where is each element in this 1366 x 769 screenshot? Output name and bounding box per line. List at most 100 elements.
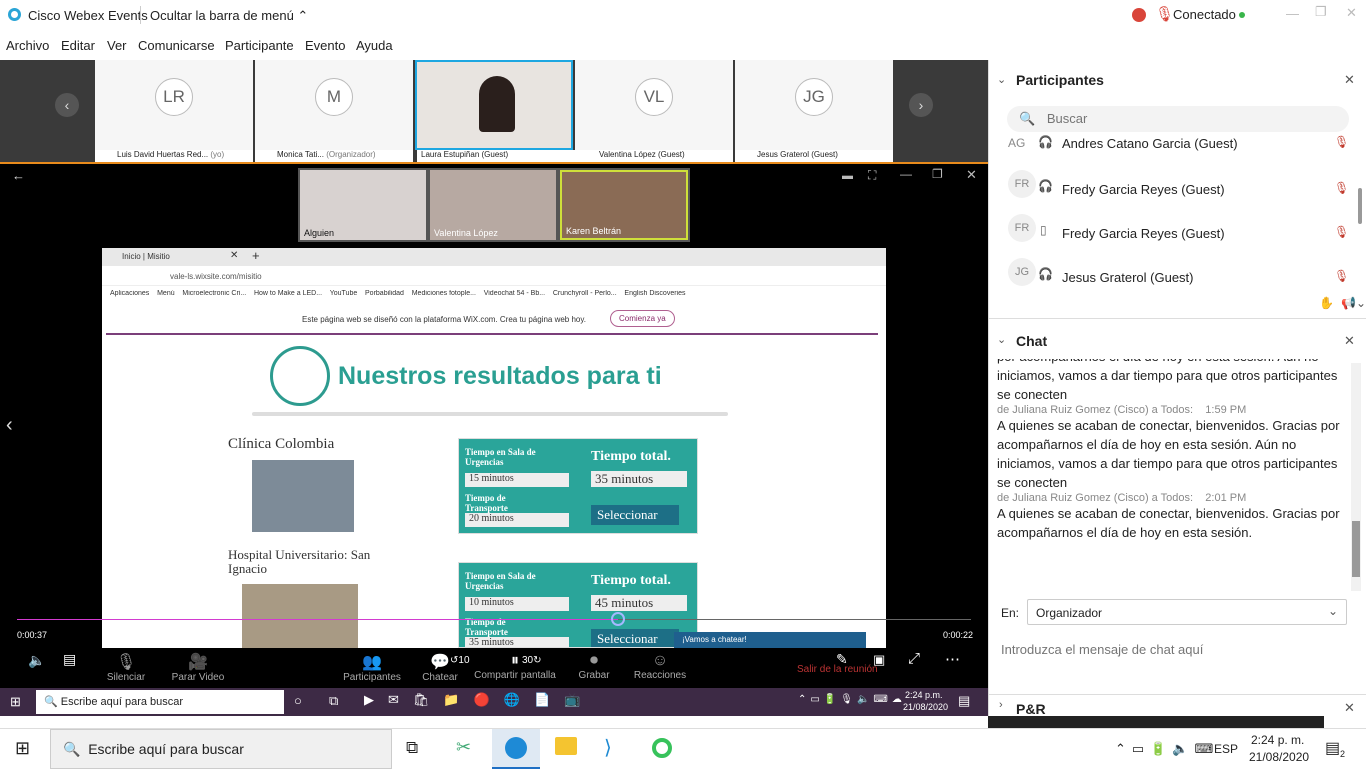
stop-video-control[interactable]: 🎥 Parar Video: [170, 652, 226, 683]
feedback-icon[interactable]: 📢⌄: [1341, 296, 1366, 310]
search-input[interactable]: [1046, 111, 1327, 126]
thumbnail-vl[interactable]: VL Valentina López (Guest): [575, 60, 733, 162]
participants-close-icon[interactable]: ✕: [1344, 72, 1355, 88]
tab-close-icon[interactable]: ✕: [230, 250, 238, 261]
vscode-icon[interactable]: ⟩: [604, 735, 612, 760]
left-arrow-icon[interactable]: ‹: [6, 414, 13, 437]
wix-banner: Este página web se diseñó con la platafo…: [302, 315, 587, 324]
edge-app-icon[interactable]: [492, 729, 540, 769]
menu-ver[interactable]: Ver: [107, 38, 127, 53]
video-close-icon[interactable]: ✕: [966, 167, 977, 183]
chat-popup[interactable]: ¡Vamos a chatear!: [674, 632, 866, 648]
participants-control[interactable]: 👥 Participantes: [340, 652, 404, 683]
more-options-icon[interactable]: ⋯: [945, 650, 960, 668]
notifications-icon[interactable]: ▤: [1325, 738, 1340, 758]
file-explorer-icon[interactable]: [555, 737, 577, 755]
qa-close-icon[interactable]: ✕: [1344, 700, 1355, 716]
expand-icon[interactable]: ⤢: [908, 650, 920, 667]
pip-icon[interactable]: ▣: [873, 652, 885, 668]
chat-input[interactable]: [1001, 639, 1351, 659]
minimize-icon[interactable]: —: [1286, 6, 1299, 21]
captions-icon[interactable]: ▤: [63, 651, 76, 668]
gallery-tile: Karen Beltrán: [560, 170, 688, 240]
inner-search-box: 🔍 Escribe aquí para buscar: [36, 690, 284, 714]
bookmark[interactable]: How to Make a LED...: [254, 290, 322, 297]
mute-control[interactable]: 🎙 Silenciar: [104, 652, 148, 683]
menu-editar[interactable]: Editar: [61, 38, 95, 53]
prev-thumbnails-button[interactable]: ‹: [55, 93, 79, 117]
address-bar[interactable]: vale-ls.wixsite.com/misitio: [170, 272, 262, 281]
volume-icon[interactable]: 🔈: [28, 652, 45, 669]
result-card: Tiempo en Sala de Urgencias 15 minutos T…: [458, 438, 698, 534]
record-control[interactable]: ⏺ Grabar: [574, 652, 614, 681]
new-tab-icon[interactable]: +: [252, 248, 260, 263]
menu-ayuda[interactable]: Ayuda: [356, 38, 393, 53]
participant-row[interactable]: FR 🎧 Fredy Garcia Reyes (Guest) 🎙: [1008, 170, 1349, 210]
menu-participante[interactable]: Participante: [225, 38, 294, 53]
chat-scrollbar[interactable]: [1351, 363, 1361, 591]
webex-app-icon[interactable]: [652, 738, 672, 758]
notification-count: 2: [1340, 749, 1346, 759]
thumbnail-name: Valentina López (Guest): [599, 150, 685, 159]
collapse-chevron-icon[interactable]: ⌄: [997, 73, 1006, 86]
windows-start-icon[interactable]: ⊞: [15, 738, 30, 759]
thumbnail-active-speaker[interactable]: Laura Estupiñan (Guest): [415, 60, 575, 162]
hide-menu-button[interactable]: Ocultar la barra de menú ⌃: [150, 8, 308, 24]
collapse-chevron-icon[interactable]: ⌄: [997, 333, 1006, 346]
bookmark[interactable]: YouTube: [330, 290, 358, 297]
bookmark[interactable]: Aplicaciones: [110, 290, 149, 297]
bookmark[interactable]: Mediciones fotople...: [412, 290, 476, 297]
participant-row[interactable]: JG 🎧 Jesus Graterol (Guest) 🎙: [1008, 258, 1349, 298]
gallery-name: Alguien: [304, 228, 335, 238]
video-progress-knob[interactable]: [611, 612, 626, 626]
raise-hand-icon[interactable]: ✋: [1319, 296, 1334, 310]
thumbnail-m[interactable]: M Monica Tati... (Organizador): [255, 60, 413, 162]
participant-row[interactable]: AG 🎧 Andres Catano Garcia (Guest) 🎙: [1008, 126, 1349, 166]
task-view-icon[interactable]: ⧉: [406, 738, 418, 758]
select-button[interactable]: Seleccionar: [591, 629, 679, 647]
stethoscope-logo-icon: [270, 346, 330, 406]
bookmarks-bar: Aplicaciones Menú Microelectronic Cri...…: [110, 290, 880, 302]
bookmark[interactable]: Menú: [157, 290, 175, 297]
video-restore-icon[interactable]: ❐: [932, 167, 943, 181]
back-arrow-icon[interactable]: ←: [12, 168, 25, 183]
menu-archivo[interactable]: Archivo: [6, 38, 49, 53]
wix-start-button[interactable]: Comienza ya: [610, 310, 675, 327]
bookmark[interactable]: Porbabilidad: [365, 290, 404, 297]
menu-comunicarse[interactable]: Comunicarse: [138, 38, 215, 53]
bookmark[interactable]: English Discoveries: [624, 290, 685, 297]
fullscreen-icon[interactable]: ⛶: [868, 168, 876, 183]
snip-app-icon[interactable]: ✂: [456, 737, 471, 758]
participant-row[interactable]: FR ▯ Fredy Garcia Reyes (Guest) 🎙: [1008, 214, 1349, 254]
close-window-icon[interactable]: ✕: [1346, 5, 1357, 21]
select-button[interactable]: Seleccionar: [591, 505, 679, 525]
bookmark[interactable]: Microelectronic Cri...: [182, 290, 246, 297]
rewind-10-icon[interactable]: ↺10: [450, 655, 470, 666]
pen-icon[interactable]: ✎: [836, 651, 848, 668]
next-thumbnails-button[interactable]: ›: [909, 93, 933, 117]
qa-panel-header[interactable]: › P&R ✕: [988, 694, 1366, 717]
browser-tab[interactable]: Inicio | Misitio: [122, 252, 170, 261]
bookmark[interactable]: Videochat 54 - Bb...: [484, 290, 545, 297]
panel-scrollbar[interactable]: [1358, 188, 1362, 224]
share-screen-control[interactable]: ⏸ Compartir pantalla: [470, 652, 560, 681]
clock-time[interactable]: 2:24 p. m.: [1251, 733, 1304, 747]
thumbnail-role: (Organizador): [326, 150, 376, 159]
taskbar-search[interactable]: 🔍 Escribe aquí para buscar: [50, 729, 392, 769]
layout-icon[interactable]: ▬: [842, 170, 853, 182]
maximize-icon[interactable]: ❐: [1315, 4, 1327, 20]
recipient-select[interactable]: Organizador ⌄: [1027, 599, 1347, 625]
reactions-control[interactable]: ☺ Reacciones: [630, 652, 690, 681]
tray-icons: ⌃▭🔋🔈⌨: [1115, 741, 1220, 756]
language-indicator[interactable]: ESP: [1214, 742, 1238, 756]
clock-date[interactable]: 21/08/2020: [1249, 750, 1309, 764]
chat-close-icon[interactable]: ✕: [1344, 333, 1355, 349]
video-minimize-icon[interactable]: —: [900, 167, 912, 181]
thumbnail-jg[interactable]: JG Jesus Graterol (Guest): [735, 60, 893, 162]
thumbnail-lr[interactable]: LR Luis David Huertas Red... (yo): [95, 60, 253, 162]
title-bar: Cisco Webex Events Ocultar la barra de m…: [0, 0, 1366, 30]
menu-evento[interactable]: Evento: [305, 38, 345, 53]
forward-30-icon[interactable]: 30↻: [522, 655, 542, 666]
bookmark[interactable]: Crunchyroll - Perlo...: [553, 290, 617, 297]
mic-muted-icon: 🎙: [1155, 6, 1175, 23]
